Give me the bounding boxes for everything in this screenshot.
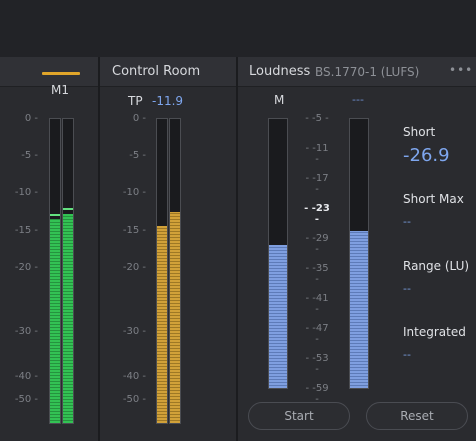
lufs-scale-tick: - -5 - bbox=[305, 113, 329, 124]
title-bar bbox=[0, 0, 476, 57]
cr-scale-tick: -15 - bbox=[122, 225, 146, 236]
cr-scale-tick: -10 - bbox=[122, 187, 146, 198]
short-value: -26.9 bbox=[403, 145, 450, 166]
cr-scale-tick: -5 - bbox=[129, 150, 146, 161]
momentary-level bbox=[269, 244, 287, 388]
lufs-scale-tick: - -47 - bbox=[305, 323, 329, 345]
m1-scale-tick: -15 - bbox=[14, 225, 38, 236]
m1-left-meter bbox=[49, 118, 61, 424]
m1-left-peak bbox=[50, 213, 60, 216]
short-label: Short bbox=[403, 125, 436, 139]
lufs-scale-tick: - -35 - bbox=[305, 263, 329, 285]
true-peak-label: TP bbox=[128, 94, 143, 108]
lufs-scale-tick: - -11 - bbox=[305, 143, 329, 165]
short-max-label: Short Max bbox=[403, 192, 464, 206]
start-button[interactable]: Start bbox=[248, 402, 350, 430]
range-label: Range (LU) bbox=[403, 259, 470, 273]
m1-scale-tick: 0 - bbox=[24, 113, 38, 124]
cr-left-meter bbox=[156, 118, 168, 424]
m1-right-peak bbox=[63, 207, 73, 210]
cr-right-level bbox=[170, 211, 180, 423]
m1-panel-header bbox=[0, 57, 98, 87]
cr-right-meter bbox=[169, 118, 181, 424]
m1-right-level bbox=[63, 213, 73, 423]
integrated-value: -- bbox=[403, 348, 411, 361]
lufs-scale-tick: - -41 - bbox=[305, 293, 329, 315]
lufs-scale-target: - -23 - bbox=[304, 203, 330, 225]
cr-scale-tick: -40 - bbox=[122, 371, 146, 382]
cr-scale-tick: 0 - bbox=[132, 113, 146, 124]
loudness-title: Loudness bbox=[249, 64, 311, 79]
cr-scale-tick: -20 - bbox=[122, 262, 146, 273]
m1-color-indicator bbox=[42, 72, 80, 75]
loudness-standard-selector[interactable]: BS.1770-1 (LUFS) bbox=[315, 65, 419, 79]
m1-scale-tick: -40 - bbox=[14, 371, 38, 382]
short-term-header-value: --- bbox=[352, 93, 364, 106]
reset-button[interactable]: Reset bbox=[366, 402, 468, 430]
m1-right-meter bbox=[62, 118, 74, 424]
true-peak-value: -11.9 bbox=[152, 94, 184, 108]
short-term-meter bbox=[349, 118, 369, 389]
m1-scale-tick: -5 - bbox=[21, 150, 38, 161]
cr-scale-tick: -30 - bbox=[122, 326, 146, 337]
range-value: -- bbox=[403, 282, 411, 295]
integrated-label: Integrated bbox=[403, 325, 466, 339]
m1-scale-tick: -30 - bbox=[14, 326, 38, 337]
m1-left-level bbox=[50, 218, 60, 423]
m1-scale-tick: -20 - bbox=[14, 262, 38, 273]
lufs-scale-tick: - -17 - bbox=[305, 173, 329, 195]
cr-scale-tick: -50 - bbox=[122, 394, 146, 405]
m1-scale-tick: -50 - bbox=[14, 394, 38, 405]
lufs-scale-tick: - -29 - bbox=[305, 233, 329, 255]
momentary-label: M bbox=[274, 93, 285, 107]
more-options-icon[interactable]: ••• bbox=[449, 63, 473, 77]
momentary-meter bbox=[268, 118, 288, 389]
m1-label: M1 bbox=[51, 83, 69, 97]
cr-left-level bbox=[157, 226, 167, 423]
short-max-value: -- bbox=[403, 215, 411, 228]
control-room-title: Control Room bbox=[112, 64, 201, 79]
lufs-scale-tick: - -53 - bbox=[305, 353, 329, 375]
short-term-level bbox=[350, 230, 368, 388]
m1-scale-tick: -10 - bbox=[14, 187, 38, 198]
